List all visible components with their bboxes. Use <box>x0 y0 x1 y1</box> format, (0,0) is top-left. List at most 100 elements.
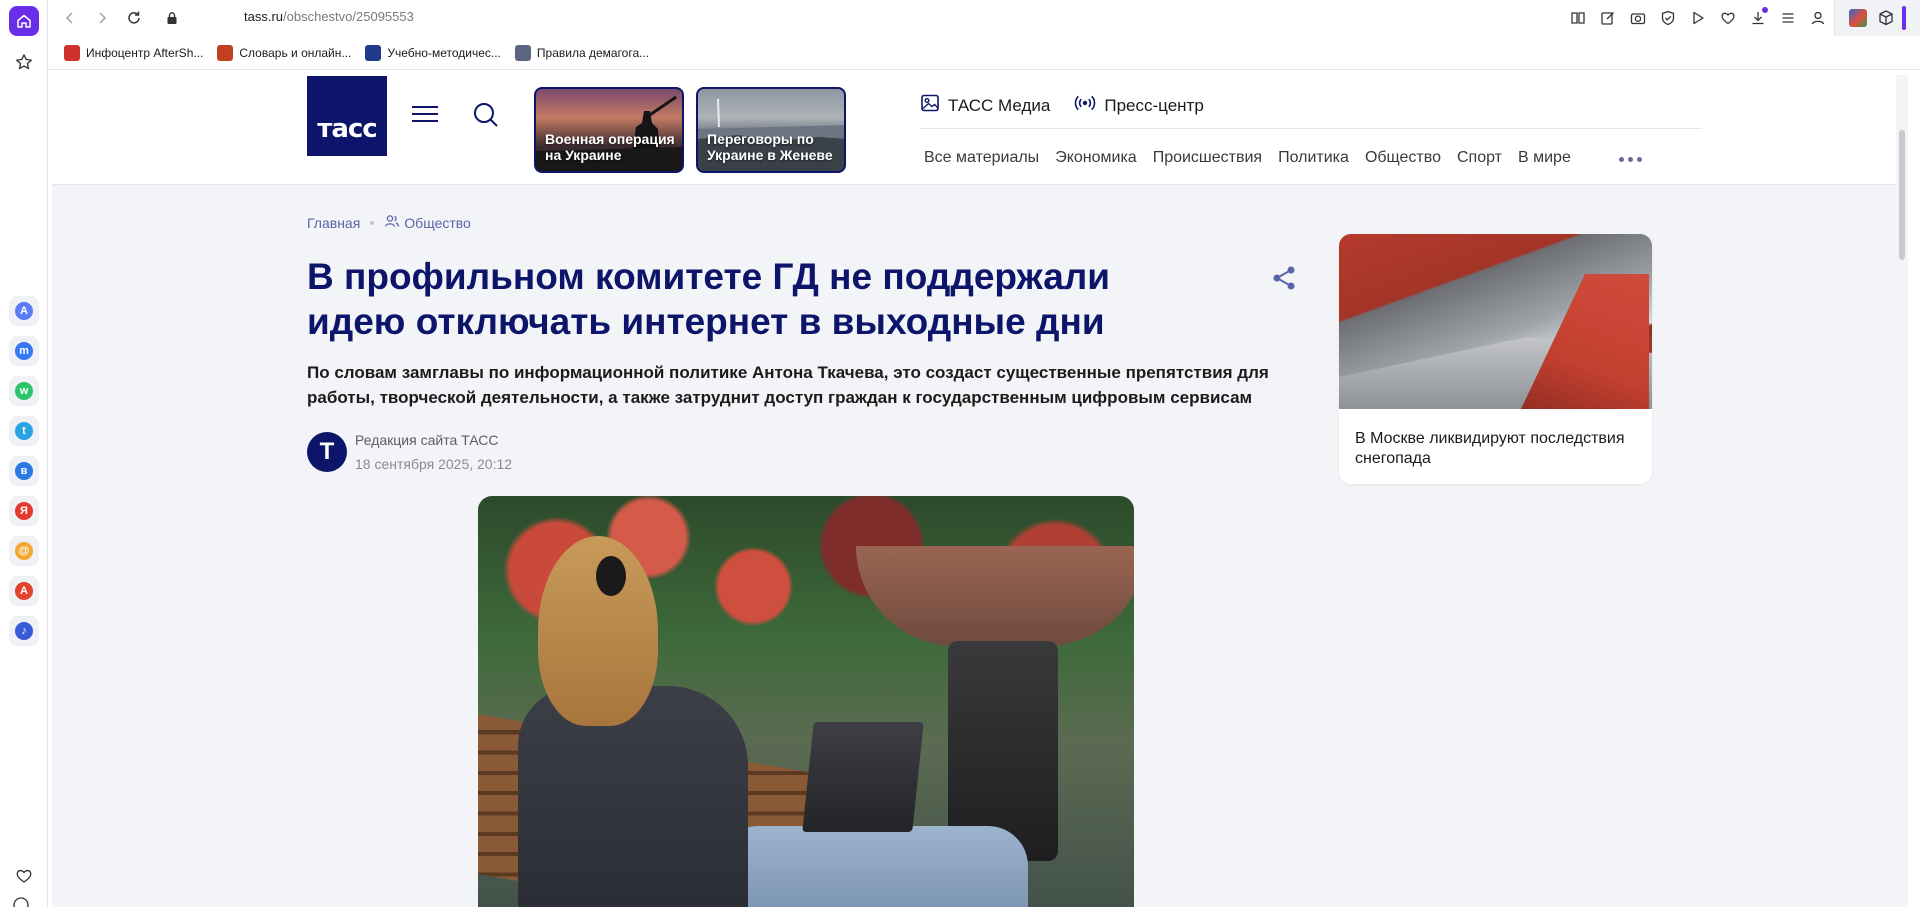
app-glyph: t <box>15 422 33 440</box>
sidebar-app-translate-icon[interactable]: A <box>9 576 39 606</box>
bookmark-item[interactable]: Правила демагога... <box>514 44 650 61</box>
url-path: /obschestvo/25095553 <box>283 9 414 24</box>
bookmark-item[interactable]: Словарь и онлайн... <box>217 44 352 61</box>
bookmark-item[interactable]: Инфоцентр AfterSh... <box>64 44 203 61</box>
tass-logo[interactable]: тасс <box>307 76 387 156</box>
web-page: тасс Военная операция на Украине Перегов… <box>52 75 1908 907</box>
sidebar-toggle[interactable] <box>1902 6 1906 30</box>
app-glyph: @ <box>15 542 33 560</box>
extension-tv-icon[interactable] <box>1849 9 1867 27</box>
app-glyph: w <box>15 382 33 400</box>
sidebar-app-mail-icon[interactable]: @ <box>9 536 39 566</box>
breadcrumb-society-label: Общество <box>404 214 471 231</box>
nav-item[interactable]: Происшествия <box>1153 149 1262 167</box>
bookmark-favicon-icon <box>514 44 531 61</box>
lock-icon[interactable] <box>160 6 184 30</box>
article-photo[interactable] <box>478 496 1134 907</box>
main-navigation: Все материалы Экономика Происшествия Полити… <box>924 149 1571 167</box>
promo-card-military[interactable]: Военная операция на Украине <box>534 87 684 173</box>
bookmark-label: Правила демагога... <box>536 45 650 60</box>
app-glyph: А <box>15 302 33 320</box>
bookmarks-bar: Инфоцентр AfterSh... Словарь и онлайн... У… <box>48 36 1920 70</box>
more-menu-icon[interactable] <box>1619 151 1649 167</box>
downloads-icon[interactable] <box>1746 6 1770 30</box>
header-divider <box>920 128 1702 129</box>
extension-cube-icon[interactable] <box>1877 9 1895 27</box>
breadcrumb-society[interactable]: Общество <box>384 213 471 232</box>
breadcrumb: Главная Общество <box>307 213 471 232</box>
app-glyph: m <box>15 342 33 360</box>
favorites-heart-icon[interactable] <box>1716 6 1740 30</box>
sidebar-news-title: В Москве ликвидируют последствия снегопа… <box>1355 430 1625 467</box>
nav-item[interactable]: Спорт <box>1457 149 1502 167</box>
browser-toolbar: tass.ru/obschestvo/25095553 <box>48 0 1920 36</box>
search-icon[interactable] <box>471 100 501 130</box>
photo-headphones <box>596 556 626 596</box>
bookmark-item[interactable]: Учебно-методичес... <box>365 44 501 61</box>
media-links: ТАСС Медиа Пресс-центр <box>920 93 1204 118</box>
media-link-label: ТАСС Медиа <box>948 95 1051 115</box>
menu-lines-icon[interactable] <box>1776 6 1800 30</box>
nav-item[interactable]: В мире <box>1518 149 1571 167</box>
sidebar-news-card[interactable]: В Москве ликвидируют последствия снегопа… <box>1339 234 1652 484</box>
promo-title: Военная операция на Украине <box>545 131 675 163</box>
app-glyph: A <box>15 582 33 600</box>
reload-icon[interactable] <box>122 6 146 30</box>
sidebar-app-messenger-icon[interactable]: m <box>9 336 39 366</box>
info-icon[interactable] <box>12 896 36 907</box>
heart-icon[interactable] <box>12 864 36 888</box>
promo-card-negotiations[interactable]: Переговоры по Украине в Женеве <box>696 87 846 173</box>
press-center-link[interactable]: Пресс-центр <box>1074 93 1204 118</box>
browser-sidebar: Аm w t в Я @ A ♪ <box>0 0 48 907</box>
bookmark-label: Словарь и онлайн... <box>239 45 352 60</box>
broadcast-icon <box>1074 93 1096 118</box>
edit-icon[interactable] <box>1596 6 1620 30</box>
author-initial: Т <box>319 438 335 465</box>
media-link-label: Пресс-центр <box>1104 95 1204 115</box>
bookmark-favicon-icon <box>217 44 234 61</box>
photo-person <box>518 686 748 907</box>
sidebar-app-audio-icon[interactable]: ♪ <box>9 616 39 646</box>
app-glyph: Я <box>15 502 33 520</box>
share-icon[interactable] <box>1270 264 1298 292</box>
article-lead: По словам замглавы по информационной пол… <box>307 363 1269 407</box>
reader-icon[interactable] <box>1566 6 1590 30</box>
back-icon[interactable] <box>58 6 82 30</box>
nav-item[interactable]: Политика <box>1278 149 1349 167</box>
camera-icon[interactable] <box>1626 6 1650 30</box>
sidebar-app-telegram-icon[interactable]: t <box>9 416 39 446</box>
sidebar-app-app-1-icon[interactable]: А <box>9 296 39 326</box>
users-icon <box>384 213 400 232</box>
address-bar[interactable]: tass.ru/obschestvo/25095553 <box>244 9 414 24</box>
page-scrollbar[interactable] <box>1896 75 1908 907</box>
forward-icon[interactable] <box>90 6 114 30</box>
bookmarks-star-icon[interactable] <box>12 50 36 74</box>
toolbar-actions <box>1566 6 1830 30</box>
nav-item[interactable]: Общество <box>1365 149 1441 167</box>
home-icon[interactable] <box>9 6 39 36</box>
play-icon[interactable] <box>1686 6 1710 30</box>
hamburger-menu-icon[interactable] <box>410 102 440 126</box>
bookmark-favicon-icon <box>64 44 80 61</box>
profile-icon[interactable] <box>1806 6 1830 30</box>
photo-fountain <box>856 546 1134 646</box>
nav-item[interactable]: Все материалы <box>924 149 1039 167</box>
nav-item[interactable]: Экономика <box>1055 149 1137 167</box>
sidebar-app-whatsapp-icon[interactable]: w <box>9 376 39 406</box>
publication-date: 18 сентября 2025, 20:12 <box>355 456 513 472</box>
promo-title: Переговоры по Украине в Женеве <box>707 131 833 163</box>
breadcrumb-home[interactable]: Главная <box>307 215 360 231</box>
shield-icon[interactable] <box>1656 6 1680 30</box>
scrollbar-thumb[interactable] <box>1899 130 1905 260</box>
author-avatar[interactable]: Т <box>307 432 347 472</box>
sidebar-app-vk-icon[interactable]: в <box>9 456 39 486</box>
extensions-area <box>1834 0 1920 36</box>
author-name[interactable]: Редакция сайта ТАСС <box>355 432 498 448</box>
sidebar-news-image <box>1339 234 1652 409</box>
article-headline: В профильном комитете ГД не поддержали и… <box>307 256 1111 342</box>
sidebar-app-yandex-icon[interactable]: Я <box>9 496 39 526</box>
photo-jeans <box>718 826 1028 907</box>
tass-media-link[interactable]: ТАСС Медиа <box>920 93 1050 118</box>
bookmark-label: Учебно-методичес... <box>387 45 501 60</box>
breadcrumb-separator <box>370 220 375 225</box>
